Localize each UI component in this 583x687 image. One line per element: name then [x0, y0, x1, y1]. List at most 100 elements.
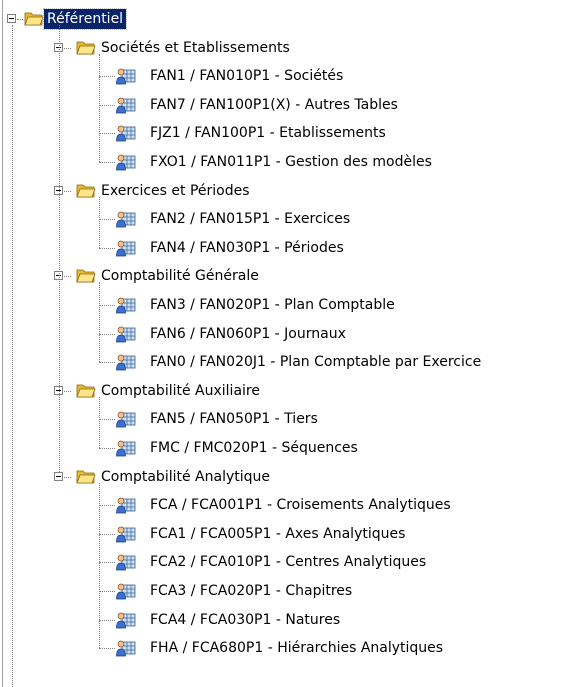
tree-group-label: Comptabilité Générale	[101, 268, 259, 285]
folder-open-icon	[76, 265, 96, 285]
tree-item[interactable]: FAN1 / FAN010P1 - Sociétés	[147, 62, 346, 90]
tree-connector	[99, 53, 100, 162]
tree-item[interactable]: FJZ1 / FAN100P1 - Etablissements	[147, 119, 389, 147]
user-form-icon	[116, 65, 136, 85]
user-form-icon	[116, 237, 136, 257]
tree-item-label: FCA / FCA001P1 - Croisements Analytiques	[150, 497, 451, 514]
tree-connector	[99, 396, 100, 448]
tree-item[interactable]: FXO1 / FAN011P1 - Gestion des modèles	[147, 148, 435, 176]
user-form-icon	[116, 609, 136, 629]
tree-group-label: Exercices et Périodes	[101, 182, 250, 199]
tree-item[interactable]: FAN5 / FAN050P1 - Tiers	[147, 405, 321, 433]
tree-item[interactable]: FAN4 / FAN030P1 - Périodes	[147, 234, 347, 262]
tree-connector	[99, 619, 115, 621]
tree-group[interactable]: Comptabilité Analytique	[98, 463, 273, 491]
tree-group[interactable]: Comptabilité Auxiliaire	[98, 377, 263, 405]
folder-open-icon	[76, 180, 96, 200]
user-form-icon	[116, 294, 136, 314]
tree-connector	[99, 219, 115, 221]
tree-connector	[99, 482, 100, 649]
user-form-icon	[116, 94, 136, 114]
user-form-icon	[116, 523, 136, 543]
tree-connector	[64, 390, 71, 392]
user-form-icon	[116, 151, 136, 171]
tree-item-label: FAN6 / FAN060P1 - Journaux	[150, 325, 346, 342]
tree-item-label: FCA1 / FCA005P1 - Axes Analytiques	[150, 525, 406, 542]
user-form-icon	[116, 323, 136, 343]
tree-item[interactable]: FAN6 / FAN060P1 - Journaux	[147, 320, 349, 348]
tree-item[interactable]: FAN2 / FAN015P1 - Exercices	[147, 205, 353, 233]
tree-item-label: FXO1 / FAN011P1 - Gestion des modèles	[150, 154, 432, 170]
tree-item-label: FAN3 / FAN020P1 - Plan Comptable	[150, 297, 395, 313]
tree-connector	[99, 104, 115, 106]
tree-item[interactable]: FCA / FCA001P1 - Croisements Analytiques	[147, 491, 454, 519]
tree-item-label: FCA3 / FCA020P1 - Chapitres	[150, 583, 353, 599]
tree-item[interactable]: FAN0 / FAN020J1 - Plan Comptable par Exe…	[147, 348, 484, 376]
tree-connector	[99, 76, 115, 78]
tree-item[interactable]: FCA3 / FCA020P1 - Chapitres	[147, 577, 355, 605]
tree-connector	[99, 162, 115, 163]
tree-group[interactable]: Comptabilité Générale	[98, 262, 262, 290]
tree-item-label: FAN5 / FAN050P1 - Tiers	[150, 411, 318, 428]
tree-view[interactable]: Référentiel Sociétés et Etablissements FAN…	[0, 0, 583, 687]
tree-root-label: Référentiel	[42, 8, 128, 30]
tree-group-label: Comptabilité Analytique	[101, 468, 270, 485]
folder-open-icon	[24, 8, 44, 28]
tree-item[interactable]: FHA / FCA680P1 - Hiérarchies Analytiques	[147, 634, 446, 662]
tree-connector	[99, 333, 115, 335]
tree-connector	[99, 247, 115, 249]
tree-item-label: FAN2 / FAN015P1 - Exercices	[150, 211, 351, 228]
tree-connector	[12, 25, 13, 687]
tree-connector	[99, 505, 115, 507]
user-form-icon	[116, 351, 136, 371]
user-form-icon	[116, 408, 136, 428]
folder-open-icon	[76, 37, 96, 57]
tree-item-label: FAN7 / FAN100P1(X) - Autres Tables	[150, 96, 398, 113]
user-form-icon	[116, 208, 136, 228]
tree-connector	[59, 25, 60, 472]
tree-group-label: Sociétés et Etablissements	[101, 39, 290, 56]
tree-item[interactable]: FCA2 / FCA010P1 - Centres Analytiques	[147, 548, 429, 576]
tree-connector	[64, 276, 71, 278]
tree-connector	[64, 47, 71, 49]
tree-connector	[99, 282, 100, 363]
tree-connector	[99, 562, 115, 564]
tree-group[interactable]: Sociétés et Etablissements	[98, 34, 293, 62]
folder-open-icon	[76, 380, 96, 400]
tree-connector	[99, 533, 115, 535]
user-form-icon	[116, 122, 136, 142]
root-collapse-toggle[interactable]	[7, 14, 16, 23]
folder-open-icon	[76, 466, 96, 486]
tree-connector	[17, 19, 23, 20]
tree-connector	[99, 133, 115, 135]
tree-connector	[99, 448, 115, 449]
tree-group[interactable]: Exercices et Périodes	[98, 177, 253, 205]
tree-connector	[99, 196, 100, 248]
user-form-icon	[116, 580, 136, 600]
user-form-icon	[116, 551, 136, 571]
tree-item-label: FHA / FCA680P1 - Hiérarchies Analytiques	[150, 640, 444, 657]
tree-item-label: FAN0 / FAN020J1 - Plan Comptable par Exe…	[150, 354, 482, 371]
tree-connector	[99, 591, 115, 592]
tree-item-label: FJZ1 / FAN100P1 - Etablissements	[150, 125, 386, 142]
tree-connector	[64, 190, 71, 192]
tree-connector	[99, 648, 115, 650]
user-form-icon	[116, 637, 136, 657]
user-form-icon	[116, 494, 136, 514]
user-form-icon	[116, 437, 136, 457]
tree-group-label: Comptabilité Auxiliaire	[101, 382, 260, 399]
tree-item[interactable]: FCA1 / FCA005P1 - Axes Analytiques	[147, 520, 408, 548]
tree-connector	[99, 305, 115, 306]
tree-connector	[99, 362, 115, 364]
tree-item[interactable]: FAN7 / FAN100P1(X) - Autres Tables	[147, 91, 401, 119]
tree-item[interactable]: FCA4 / FCA030P1 - Natures	[147, 606, 343, 634]
tree-item-label: FCA2 / FCA010P1 - Centres Analytiques	[150, 554, 427, 571]
tree-item[interactable]: FAN3 / FAN020P1 - Plan Comptable	[147, 291, 398, 319]
tree-item[interactable]: FMC / FMC020P1 - Séquences	[147, 434, 361, 462]
group-collapse-toggle[interactable]	[54, 471, 63, 481]
tree-item-label: FMC / FMC020P1 - Séquences	[150, 440, 358, 456]
tree-connector	[99, 419, 115, 421]
tree-item-label: FCA4 / FCA030P1 - Natures	[150, 611, 341, 628]
tree-item-label: FAN1 / FAN010P1 - Sociétés	[150, 68, 344, 85]
tree-root[interactable]: Référentiel	[42, 5, 128, 33]
